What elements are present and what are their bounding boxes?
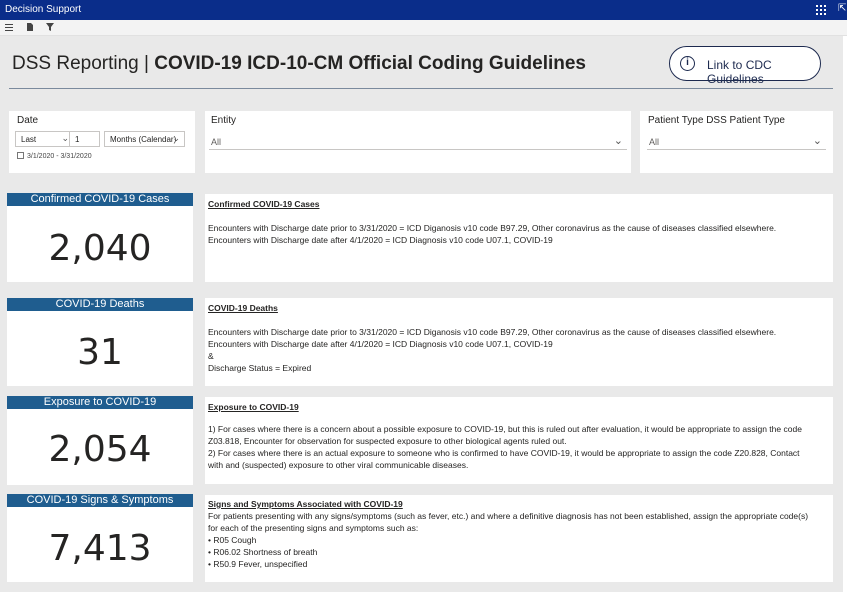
description-line: • R50.9 Fever, unspecified <box>208 559 308 569</box>
chevron-down-icon: ⌄ <box>613 135 623 147</box>
date-unit-value: Months (Calendar) <box>110 135 177 144</box>
date-range: 3/1/2020 - 3/31/2020 <box>17 152 92 160</box>
description-exposure: Exposure to COVID-19 1) For cases where … <box>205 397 833 484</box>
page-title: DSS Reporting | COVID-19 ICD-10-CM Offic… <box>12 53 586 75</box>
patient-type-dropdown[interactable]: All ⌄ <box>647 132 826 150</box>
calendar-icon <box>17 152 24 159</box>
kpi-value: 7,413 <box>48 528 152 569</box>
description-line: 1) For cases where there is a concern ab… <box>208 424 802 434</box>
cdc-guidelines-button[interactable]: i Link to CDC Guidelines <box>669 46 821 86</box>
patient-type-slicer: Patient Type DSS Patient Type All ⌄ <box>640 111 833 173</box>
description-heading: Exposure to COVID-19 <box>208 402 299 412</box>
kpi-card-signs-symptoms: COVID-19 Signs & Symptoms 7,413 <box>7 494 193 582</box>
page-title-prefix: DSS Reporting | <box>12 53 155 74</box>
description-confirmed-cases: Confirmed COVID-19 Cases Encounters with… <box>205 194 833 282</box>
description-deaths: COVID-19 Deaths Encounters with Discharg… <box>205 298 833 386</box>
entity-value: All <box>211 137 222 147</box>
kpi-card-confirmed-cases: Confirmed COVID-19 Cases 2,040 <box>7 193 193 282</box>
description-heading: Confirmed COVID-19 Cases <box>208 199 320 209</box>
date-relative-dropdown[interactable]: Last ⌄ <box>15 131 74 147</box>
chevron-down-icon: ⌄ <box>61 133 69 143</box>
page-title-main: COVID-19 ICD-10-CM Official Coding Guide… <box>154 53 587 74</box>
description-line: Z03.818, Encounter for observation for s… <box>208 436 567 446</box>
description-heading: Signs and Symptoms Associated with COVID… <box>208 499 403 509</box>
expand-icon[interactable]: ⇱ <box>838 3 846 14</box>
kpi-label: COVID-19 Deaths <box>7 298 193 311</box>
description-line: Encounters with Discharge date after 4/1… <box>208 235 553 245</box>
app-launcher-icon[interactable] <box>816 5 826 15</box>
patient-type-slicer-title: Patient Type DSS Patient Type <box>648 115 785 126</box>
entity-slicer: Entity All ⌄ <box>205 111 631 173</box>
description-line: with and (suspected) exposure to other v… <box>208 460 469 470</box>
cdc-guidelines-label: Link to CDC Guidelines <box>707 58 772 86</box>
menu-icon[interactable] <box>3 22 15 34</box>
kpi-card-deaths: COVID-19 Deaths 31 <box>7 298 193 386</box>
filter-icon[interactable] <box>44 22 56 34</box>
description-line: 2) For cases where there is an actual ex… <box>208 448 800 458</box>
date-relative-value: Last <box>21 135 37 144</box>
report-toolbar <box>0 20 847 36</box>
description-line: Encounters with Discharge date prior to … <box>208 327 777 337</box>
date-count-value: 1 <box>75 135 80 144</box>
chevron-down-icon: ⌄ <box>812 135 822 147</box>
date-range-text: 3/1/2020 - 3/31/2020 <box>27 153 92 160</box>
entity-slicer-title: Entity <box>211 115 237 126</box>
description-line: Encounters with Discharge date after 4/1… <box>208 339 553 349</box>
description-line: Encounters with Discharge date prior to … <box>208 223 777 233</box>
description-heading: COVID-19 Deaths <box>208 303 278 313</box>
kpi-value: 2,040 <box>48 228 152 269</box>
description-line: For patients presenting with any signs/s… <box>208 511 809 521</box>
date-slicer-title: Date <box>17 115 39 126</box>
app-title: Decision Support <box>5 4 82 15</box>
description-line: & <box>208 351 214 361</box>
app-bar: Decision Support ⇱ <box>0 0 847 20</box>
kpi-label: Confirmed COVID-19 Cases <box>7 193 193 206</box>
chevron-down-icon: ⌄ <box>172 133 180 143</box>
kpi-label: COVID-19 Signs & Symptoms <box>7 494 193 507</box>
date-unit-dropdown[interactable]: Months (Calendar) ⌄ <box>104 131 185 147</box>
description-line: for each of the presenting signs and sym… <box>208 523 419 533</box>
kpi-value: 2,054 <box>48 429 152 470</box>
info-icon: i <box>680 56 695 71</box>
kpi-value: 31 <box>77 332 123 373</box>
entity-dropdown[interactable]: All ⌄ <box>209 132 627 150</box>
patient-type-value: All <box>649 137 660 147</box>
date-slicer: Date Last ⌄ 1 Months (Calendar) ⌄ 3/1/20… <box>9 111 195 173</box>
kpi-label: Exposure to COVID-19 <box>7 396 193 409</box>
title-divider <box>9 88 833 89</box>
description-line: • R06.02 Shortness of breath <box>208 547 318 557</box>
kpi-card-exposure: Exposure to COVID-19 2,054 <box>7 396 193 485</box>
description-signs-symptoms: Signs and Symptoms Associated with COVID… <box>205 495 833 582</box>
date-count-input[interactable]: 1 <box>69 131 100 147</box>
description-line: Discharge Status = Expired <box>208 363 312 373</box>
page-icon[interactable] <box>24 22 36 34</box>
description-line: • R05 Cough <box>208 535 257 545</box>
